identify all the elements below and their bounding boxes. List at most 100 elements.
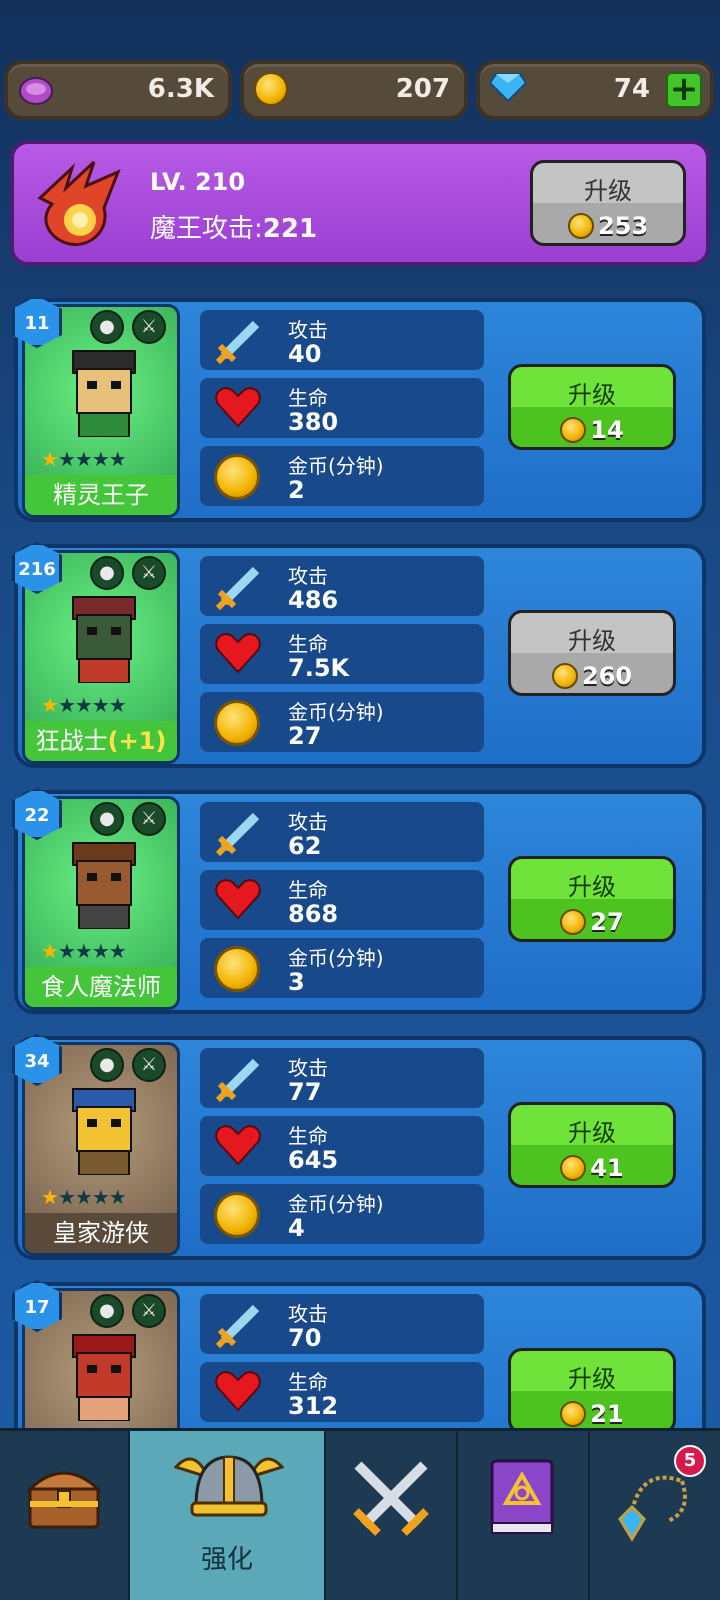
sword-icon xyxy=(214,1054,264,1104)
attack-value: 40 xyxy=(288,340,322,368)
life-stat: 生命 868 xyxy=(200,870,484,930)
heart-icon xyxy=(214,1122,264,1172)
heart-icon xyxy=(214,630,264,680)
gem-icon xyxy=(488,72,528,108)
heart-icon xyxy=(214,384,264,434)
gold-coin-icon xyxy=(214,1190,264,1240)
hero-card[interactable]: ★★★★★ 皇家游侠 34 ● ⚔ 攻击 77 生命 645 金币(分钟) 4 … xyxy=(12,1034,706,1260)
gem-value: 74 xyxy=(613,74,650,104)
hero-figure-icon xyxy=(59,347,149,438)
life-stat: 生命 645 xyxy=(200,1116,484,1176)
gold-rate-value: 4 xyxy=(288,1214,305,1242)
crossed-swords-icon xyxy=(348,1455,434,1545)
hero-upgrade-button[interactable]: 升级 260 xyxy=(508,610,676,696)
orc-class-icon: ● xyxy=(90,556,124,590)
gold-rate-label: 金币(分钟) xyxy=(288,454,384,478)
attack-stat: 攻击 486 xyxy=(200,556,484,616)
human-class-icon: ● xyxy=(90,1294,124,1328)
hero-upgrade-button[interactable]: 升级 14 xyxy=(508,364,676,450)
hero-card[interactable]: ★★★★★ 食人魔法师 22 ● ⚔ 攻击 62 生命 868 金币(分钟) 3… xyxy=(12,788,706,1014)
gold-rate-label: 金币(分钟) xyxy=(288,700,384,724)
tab-enhance[interactable]: 强化 xyxy=(130,1431,326,1600)
purple-currency-bar: 6.3K xyxy=(4,60,232,120)
gold-coin-icon xyxy=(214,944,264,994)
attack-stat: 攻击 77 xyxy=(200,1048,484,1108)
upgrade-cost: 253 xyxy=(567,212,648,240)
treasure-chest-icon xyxy=(24,1457,104,1541)
bow-class-icon: ⚔ xyxy=(132,1048,166,1082)
upgrade-cost: 14 xyxy=(560,416,624,444)
gem-bar: 74 + xyxy=(476,60,714,120)
hero-stars: ★★★★★ xyxy=(41,693,127,717)
demon-level: LV. 210 xyxy=(150,168,246,196)
life-label: 生命 xyxy=(288,632,328,656)
hero-upgrade-button[interactable]: 升级 41 xyxy=(508,1102,676,1188)
sword-class-icon: ⚔ xyxy=(132,556,166,590)
sword-icon xyxy=(214,562,264,612)
attack-label: 攻击 xyxy=(288,1302,328,1326)
life-label: 生命 xyxy=(288,878,328,902)
gold-rate-value: 27 xyxy=(288,722,322,750)
hero-figure-icon xyxy=(59,1085,149,1176)
life-stat: 生命 7.5K xyxy=(200,624,484,684)
upgrade-cost: 21 xyxy=(560,1400,624,1428)
life-value: 380 xyxy=(288,408,339,436)
sword-icon xyxy=(214,316,264,366)
attack-label: 攻击 xyxy=(288,318,328,342)
attack-stat: 攻击 40 xyxy=(200,310,484,370)
upgrade-label: 升级 xyxy=(568,1365,616,1393)
gold-rate-stat: 金币(分钟) 3 xyxy=(200,938,484,998)
bottom-nav: 强化 5 xyxy=(0,1428,720,1600)
dagger-class-icon: ⚔ xyxy=(132,1294,166,1328)
purple-currency-value: 6.3K xyxy=(147,74,214,104)
hero-card[interactable]: ★★★★★ 精灵王子 11 ● ⚔ 攻击 40 生命 380 金币(分钟) 2 … xyxy=(12,296,706,522)
gold-rate-value: 3 xyxy=(288,968,305,996)
coin-icon xyxy=(560,909,587,935)
gold-rate-stat: 金币(分钟) 2 xyxy=(200,446,484,506)
dagger-class-icon: ⚔ xyxy=(132,802,166,836)
life-label: 生命 xyxy=(288,1370,328,1394)
purple-orb-icon xyxy=(18,72,54,108)
viking-helmet-icon xyxy=(173,1437,285,1531)
attack-stat: 攻击 62 xyxy=(200,802,484,862)
gold-coin-icon xyxy=(214,698,264,748)
coin-icon xyxy=(567,213,594,239)
attack-value: 62 xyxy=(288,832,322,860)
demon-upgrade-button[interactable]: 升级 253 xyxy=(530,160,686,246)
add-gems-button[interactable]: + xyxy=(666,72,702,108)
gold-rate-stat: 金币(分钟) 27 xyxy=(200,692,484,752)
hero-figure-icon xyxy=(59,593,149,684)
hero-card[interactable]: ★★★★★ 狂战士(+1) 216 ● ⚔ 攻击 486 生命 7.5K 金币(… xyxy=(12,542,706,768)
human-class-icon: ● xyxy=(90,1048,124,1082)
hero-upgrade-button[interactable]: 升级 21 xyxy=(508,1348,676,1434)
fire-claw-icon xyxy=(32,158,128,254)
hero-stars: ★★★★★ xyxy=(41,1185,127,1209)
gold-coin-icon xyxy=(254,72,290,108)
attack-label: 攻击 xyxy=(288,810,328,834)
attack-value: 70 xyxy=(288,1324,322,1352)
coin-icon xyxy=(560,417,587,443)
orc-class-icon: ● xyxy=(90,802,124,836)
life-stat: 生命 380 xyxy=(200,378,484,438)
sword-class-icon: ⚔ xyxy=(132,310,166,344)
upgrade-label: 升级 xyxy=(568,873,616,901)
hero-name: 狂战士(+1) xyxy=(25,721,177,761)
life-value: 7.5K xyxy=(288,654,350,682)
attack-label: 攻击 xyxy=(288,1056,328,1080)
upgrade-cost: 27 xyxy=(560,908,624,936)
tab-spellbook[interactable] xyxy=(458,1431,590,1600)
hero-figure-icon xyxy=(59,839,149,930)
life-value: 868 xyxy=(288,900,339,928)
heart-icon xyxy=(214,876,264,926)
attack-stat: 攻击 70 xyxy=(200,1294,484,1354)
upgrade-label: 升级 xyxy=(568,1119,616,1147)
gold-rate-stat: 金币(分钟) 4 xyxy=(200,1184,484,1244)
tab-amulet[interactable]: 5 xyxy=(590,1431,720,1600)
tab-battle[interactable] xyxy=(326,1431,458,1600)
hero-upgrade-button[interactable]: 升级 27 xyxy=(508,856,676,942)
demon-attack: 魔王攻击:221 xyxy=(150,214,318,244)
tab-treasure[interactable] xyxy=(0,1431,130,1600)
gold-rate-label: 金币(分钟) xyxy=(288,1192,384,1216)
sword-icon xyxy=(214,1300,264,1350)
coin-icon xyxy=(560,1155,587,1181)
